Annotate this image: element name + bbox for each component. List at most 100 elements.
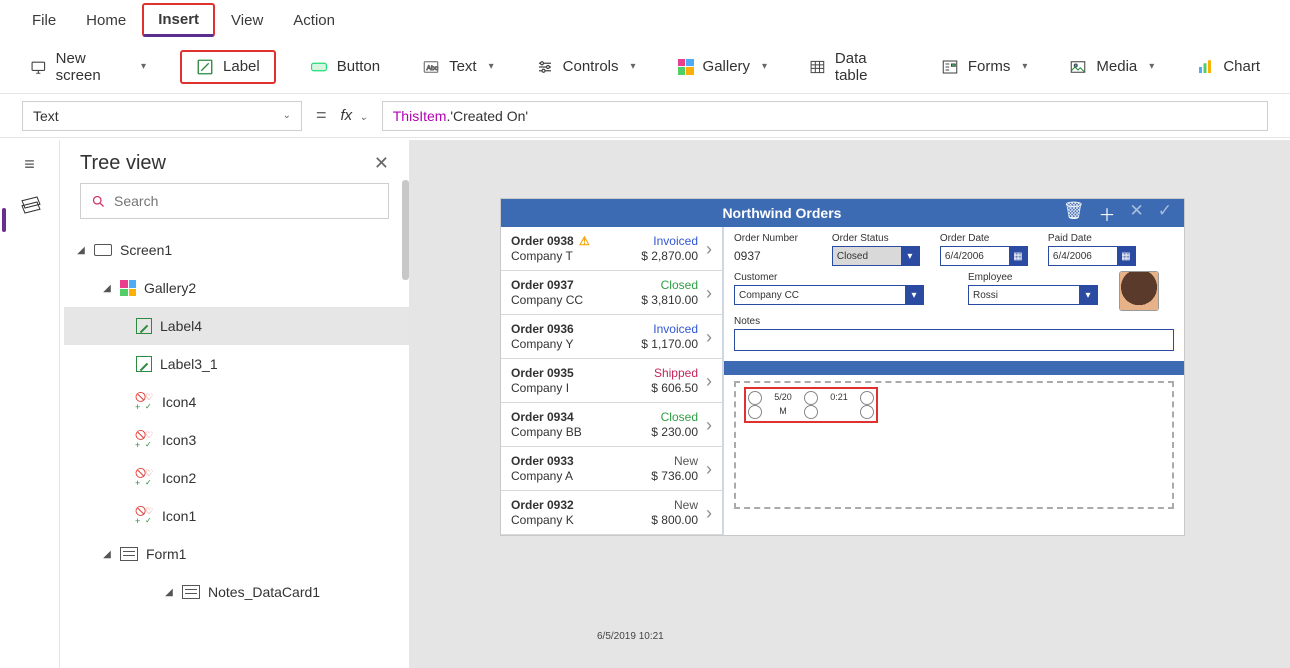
- order-row[interactable]: Order 0938 ⚠InvoicedCompany T$ 2,870.00›: [501, 227, 722, 271]
- gallery-button[interactable]: Gallery ▾: [670, 54, 776, 79]
- collapse-icon[interactable]: ◢: [102, 283, 112, 294]
- icons-icon: +✓: [136, 508, 154, 524]
- section-bar: [724, 361, 1184, 375]
- tree-node-icon2[interactable]: +✓ Icon2: [64, 459, 409, 497]
- table-icon: [809, 58, 826, 76]
- tree-node-label4[interactable]: Label4: [64, 307, 409, 345]
- tree-node-label3-1[interactable]: Label3_1: [64, 345, 409, 383]
- employee-select[interactable]: Rossi▾: [968, 285, 1098, 305]
- chevron-right-icon[interactable]: ›: [702, 283, 712, 304]
- property-selector[interactable]: Text ⌄: [22, 101, 302, 131]
- rail-active-indicator: [2, 208, 6, 232]
- hamburger-icon[interactable]: ≡: [24, 154, 35, 175]
- calendar-icon: ▦: [1117, 247, 1135, 265]
- tab-view[interactable]: View: [217, 6, 277, 35]
- chevron-right-icon[interactable]: ›: [702, 239, 712, 260]
- formula-bar: Text ⌄ = fx ⌄ ThisItem.'Created On': [0, 94, 1290, 138]
- tree-node-label: Icon1: [162, 508, 196, 524]
- order-customer: Company A: [511, 469, 573, 484]
- selected-label-handles[interactable]: 5/200:21 M: [744, 387, 878, 423]
- tab-home[interactable]: Home: [72, 6, 140, 35]
- app-header: Northwind Orders 🗑 ＋ ✕ ✓: [501, 199, 1184, 227]
- gallery-label: Gallery: [703, 58, 751, 75]
- tree-node-icon3[interactable]: +✓ Icon3: [64, 421, 409, 459]
- order-row[interactable]: Order 0932NewCompany K$ 800.00›: [501, 491, 722, 535]
- trash-icon[interactable]: 🗑: [1063, 201, 1085, 226]
- order-row[interactable]: Order 0937ClosedCompany CC$ 3,810.00›: [501, 271, 722, 315]
- data-table-label: Data table: [835, 50, 899, 84]
- order-row[interactable]: Order 0936InvoicedCompany Y$ 1,170.00›: [501, 315, 722, 359]
- main-area: ≡ Tree view ✕ ◢ Screen1 ◢ Gallery2: [0, 140, 1290, 668]
- text-button[interactable]: Abc Text ▾: [414, 54, 502, 80]
- ribbon: New screen ▾ Label Button Abc Text ▾ Con…: [0, 40, 1290, 94]
- order-amount: $ 800.00: [651, 513, 698, 528]
- order-row[interactable]: Order 0933NewCompany A$ 736.00›: [501, 447, 722, 491]
- label-button[interactable]: Label: [180, 50, 276, 84]
- tree-node-icon4[interactable]: +✓ Icon4: [64, 383, 409, 421]
- tab-action[interactable]: Action: [279, 6, 349, 35]
- tree-node-label: Icon4: [162, 394, 196, 410]
- tree-node-form1[interactable]: ◢ Form1: [64, 535, 409, 573]
- order-number-value: 0937: [734, 246, 798, 266]
- add-icon[interactable]: ＋: [1099, 201, 1116, 226]
- tree-search[interactable]: [80, 183, 389, 219]
- confirm-icon[interactable]: ✓: [1158, 201, 1172, 226]
- chevron-right-icon[interactable]: ›: [702, 415, 712, 436]
- tree-view-title: Tree view: [80, 152, 166, 175]
- order-number: Order 0934: [511, 410, 574, 425]
- formula-input[interactable]: ThisItem.'Created On': [382, 101, 1268, 131]
- order-customer: Company I: [511, 381, 569, 396]
- order-amount: $ 736.00: [651, 469, 698, 484]
- tab-file[interactable]: File: [18, 6, 70, 35]
- cancel-icon[interactable]: ✕: [1130, 201, 1144, 226]
- close-icon[interactable]: ✕: [374, 153, 389, 174]
- forms-button[interactable]: Forms ▾: [933, 54, 1036, 80]
- data-table-button[interactable]: Data table: [801, 46, 907, 88]
- chart-button[interactable]: Chart: [1188, 54, 1268, 80]
- tree-node-notes-datacard1[interactable]: ◢ Notes_DataCard1: [64, 573, 409, 611]
- tree-node-icon1[interactable]: +✓ Icon1: [64, 497, 409, 535]
- button-button[interactable]: Button: [302, 54, 388, 80]
- chevron-right-icon[interactable]: ›: [702, 459, 712, 480]
- chevron-right-icon[interactable]: ›: [702, 327, 712, 348]
- order-row[interactable]: Order 0935ShippedCompany I$ 606.50›: [501, 359, 722, 403]
- order-status-select[interactable]: Closed▾: [832, 246, 920, 266]
- chevron-down-icon: ⌄: [283, 110, 291, 121]
- chevron-right-icon[interactable]: ›: [702, 503, 712, 524]
- chevron-right-icon[interactable]: ›: [702, 371, 712, 392]
- controls-label: Controls: [563, 58, 619, 75]
- collapse-icon[interactable]: ◢: [76, 245, 86, 256]
- new-screen-button[interactable]: New screen ▾: [22, 46, 154, 88]
- canvas[interactable]: Northwind Orders 🗑 ＋ ✕ ✓ Order 0938 ⚠Inv…: [410, 140, 1290, 668]
- order-date-label: Order Date: [940, 233, 1028, 244]
- drop-zone[interactable]: 5/200:21 M: [734, 381, 1174, 509]
- tree-node-screen1[interactable]: ◢ Screen1: [64, 231, 409, 269]
- order-amount: $ 3,810.00: [641, 293, 698, 308]
- collapse-icon[interactable]: ◢: [164, 587, 174, 598]
- collapse-icon[interactable]: ◢: [102, 549, 112, 560]
- chevron-down-icon: ▾: [901, 247, 919, 265]
- order-customer: Company BB: [511, 425, 582, 440]
- order-row[interactable]: Order 0934ClosedCompany BB$ 230.00›: [501, 403, 722, 447]
- search-input[interactable]: [114, 193, 378, 209]
- orders-gallery[interactable]: Order 0938 ⚠InvoicedCompany T$ 2,870.00›…: [501, 227, 724, 535]
- property-name: Text: [33, 108, 59, 124]
- controls-button[interactable]: Controls ▾: [528, 54, 644, 80]
- customer-select[interactable]: Company CC▾: [734, 285, 924, 305]
- tab-insert[interactable]: Insert: [142, 3, 215, 37]
- scrollbar[interactable]: [402, 231, 409, 280]
- order-status-label: Order Status: [832, 233, 920, 244]
- customer-label: Customer: [734, 272, 924, 283]
- tree-node-gallery2[interactable]: ◢ Gallery2: [64, 269, 409, 307]
- text-icon: Abc: [422, 58, 440, 76]
- notes-input[interactable]: [734, 329, 1174, 351]
- order-customer: Company K: [511, 513, 574, 528]
- tree-view-icon[interactable]: [21, 197, 39, 215]
- order-date-input[interactable]: 6/4/2006▦: [940, 246, 1028, 266]
- screen-icon: [30, 58, 47, 76]
- chevron-down-icon: ▾: [1149, 61, 1154, 72]
- media-button[interactable]: Media ▾: [1061, 54, 1162, 80]
- chart-icon: [1196, 58, 1214, 76]
- paid-date-input[interactable]: 6/4/2006▦: [1048, 246, 1136, 266]
- tree-node-label: Icon3: [162, 432, 196, 448]
